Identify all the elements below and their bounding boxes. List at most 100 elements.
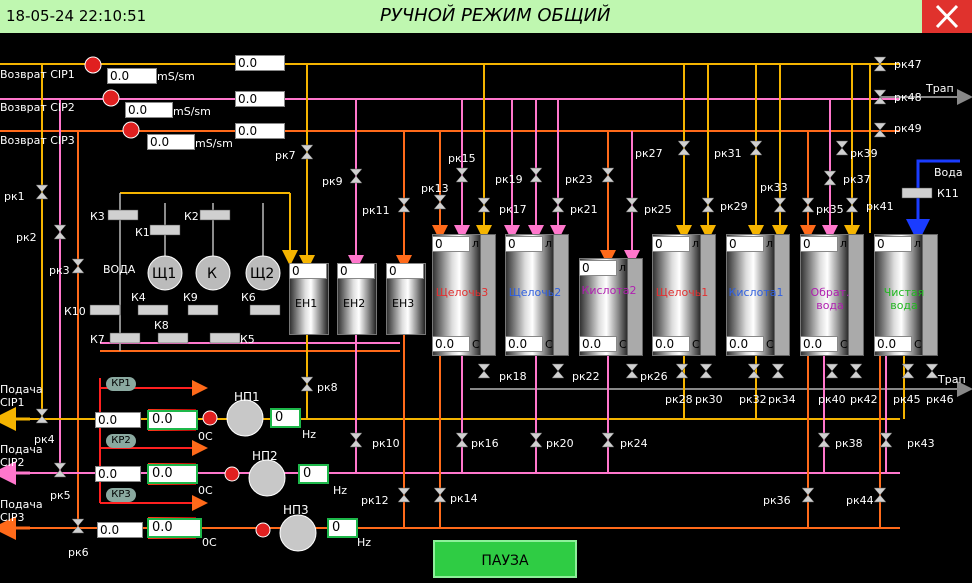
tank-temp[interactable]: 0.0: [505, 336, 543, 352]
return-value-1[interactable]: 0.0: [235, 55, 285, 71]
supply-valve-2[interactable]: рк5: [50, 489, 71, 502]
tank-level[interactable]: 0: [652, 236, 690, 252]
valve-rk20[interactable]: рк20: [546, 437, 574, 450]
header-bar: 18-05-24 22:10:51 РУЧНОЙ РЕЖИМ ОБЩИЙ: [0, 0, 972, 33]
valve-rk38[interactable]: рк38: [835, 437, 863, 450]
valve-rk36[interactable]: рк36: [763, 494, 791, 507]
tank-level[interactable]: 0: [579, 260, 617, 276]
valve-k7[interactable]: К7: [90, 333, 105, 346]
tank-temp[interactable]: 0.0: [800, 336, 838, 352]
kr-2[interactable]: КР2: [106, 434, 136, 448]
tank-level[interactable]: 0: [874, 236, 912, 252]
valve-rk37[interactable]: рк37: [843, 173, 871, 186]
valve-k3[interactable]: К3: [90, 210, 105, 223]
valve-k8[interactable]: К8: [154, 319, 169, 332]
valve-rk16[interactable]: рк16: [471, 437, 499, 450]
return-label-1: Возврат CIP1: [0, 68, 75, 81]
valve-rk11[interactable]: рк11: [362, 204, 390, 217]
valve-rk19[interactable]: рк19: [495, 173, 523, 186]
valve-rk24[interactable]: рк24: [620, 437, 648, 450]
valve-rk15[interactable]: рк15: [448, 152, 476, 165]
valve-rk23[interactable]: рк23: [565, 173, 593, 186]
valve-rk32[interactable]: рк32: [739, 393, 767, 406]
valve-k11[interactable]: К11: [937, 187, 959, 200]
valve-rk46[interactable]: рк46: [926, 393, 954, 406]
valve-rk8[interactable]: рк8: [317, 381, 338, 394]
valve-rk12[interactable]: рк12: [361, 494, 389, 507]
close-button[interactable]: [922, 0, 972, 33]
pump-freq-2[interactable]: 0: [298, 464, 329, 484]
kr-3[interactable]: КР3: [106, 488, 136, 502]
valve-k4[interactable]: К4: [131, 291, 146, 304]
valve-rk45[interactable]: рк45: [893, 393, 921, 406]
valve-k6[interactable]: К6: [241, 291, 256, 304]
small-tank-eh2-level[interactable]: 0: [337, 263, 375, 279]
pump-freq-3[interactable]: 0: [327, 518, 358, 538]
valve-rk41[interactable]: рк41: [866, 200, 894, 213]
valve-rk1[interactable]: рк1: [4, 190, 25, 203]
valve-k2[interactable]: К2: [184, 210, 199, 223]
pump-freq-1[interactable]: 0: [270, 408, 301, 428]
supply-flow-2[interactable]: 0.0: [95, 466, 141, 482]
valve-rk28[interactable]: рк28: [665, 393, 693, 406]
valve-rk17[interactable]: рк17: [499, 203, 527, 216]
valve-rk42[interactable]: рк42: [850, 393, 878, 406]
valve-rk29[interactable]: рк29: [720, 200, 748, 213]
valve-k1[interactable]: К1: [135, 226, 150, 239]
valve-k9[interactable]: К9: [183, 291, 198, 304]
pause-button[interactable]: ПАУЗА: [433, 540, 577, 578]
valve-rk48[interactable]: рк48: [894, 91, 922, 104]
valve-rk2[interactable]: рк2: [16, 231, 37, 244]
valve-k5[interactable]: К5: [240, 333, 255, 346]
valve-rk10[interactable]: рк10: [372, 437, 400, 450]
valve-rk33[interactable]: рк33: [760, 181, 788, 194]
valve-rk7[interactable]: рк7: [275, 149, 296, 162]
valve-rk3[interactable]: рк3: [49, 264, 70, 277]
supply-temp-1[interactable]: 0.0: [147, 410, 198, 430]
return-cond-3[interactable]: 0.0: [147, 134, 195, 150]
valve-rk27[interactable]: рк27: [635, 147, 663, 160]
valve-rk40[interactable]: рк40: [818, 393, 846, 406]
valve-rk26[interactable]: рк26: [640, 370, 668, 383]
valve-rk39[interactable]: рк39: [850, 147, 878, 160]
valve-rk25[interactable]: рк25: [644, 203, 672, 216]
valve-rk31[interactable]: рк31: [714, 147, 742, 160]
valve-rk13[interactable]: рк13: [421, 182, 449, 195]
small-tank-eh1-level[interactable]: 0: [289, 263, 327, 279]
valve-rk35[interactable]: рк35: [816, 203, 844, 216]
tank-temp[interactable]: 0.0: [726, 336, 764, 352]
tank-temp[interactable]: 0.0: [432, 336, 470, 352]
valve-rk44[interactable]: рк44: [846, 494, 874, 507]
tank-level[interactable]: 0: [800, 236, 838, 252]
kr-1[interactable]: КР1: [106, 377, 136, 391]
return-label-3: Возврат CIP3: [0, 134, 75, 147]
valve-rk34[interactable]: рк34: [768, 393, 796, 406]
supply-flow-1[interactable]: 0.0: [95, 412, 141, 428]
return-value-2[interactable]: 0.0: [235, 91, 285, 107]
tank-temp[interactable]: 0.0: [579, 336, 617, 352]
valve-rk18[interactable]: рк18: [499, 370, 527, 383]
supply-flow-3[interactable]: 0.0: [97, 522, 143, 538]
valve-rk22[interactable]: рк22: [572, 370, 600, 383]
water-in-label: Вода: [934, 166, 963, 179]
valve-rk47[interactable]: рк47: [894, 58, 922, 71]
supply-temp-2[interactable]: 0.0: [147, 464, 198, 484]
supply-temp-3[interactable]: 0.0: [147, 518, 202, 538]
valve-rk30[interactable]: рк30: [695, 393, 723, 406]
return-cond-2[interactable]: 0.0: [125, 102, 173, 118]
valve-rk43[interactable]: рк43: [907, 437, 935, 450]
valve-rk49[interactable]: рк49: [894, 122, 922, 135]
return-value-3[interactable]: 0.0: [235, 123, 285, 139]
tank-level[interactable]: 0: [432, 236, 470, 252]
supply-valve-3[interactable]: рк6: [68, 546, 89, 559]
small-tank-eh3-level[interactable]: 0: [386, 263, 424, 279]
return-cond-1[interactable]: 0.0: [107, 68, 157, 84]
tank-temp[interactable]: 0.0: [874, 336, 912, 352]
valve-rk21[interactable]: рк21: [570, 203, 598, 216]
valve-k10[interactable]: К10: [64, 305, 86, 318]
tank-level[interactable]: 0: [505, 236, 543, 252]
tank-temp[interactable]: 0.0: [652, 336, 690, 352]
valve-rk14[interactable]: рк14: [450, 492, 478, 505]
tank-level[interactable]: 0: [726, 236, 764, 252]
valve-rk9[interactable]: рк9: [322, 175, 343, 188]
